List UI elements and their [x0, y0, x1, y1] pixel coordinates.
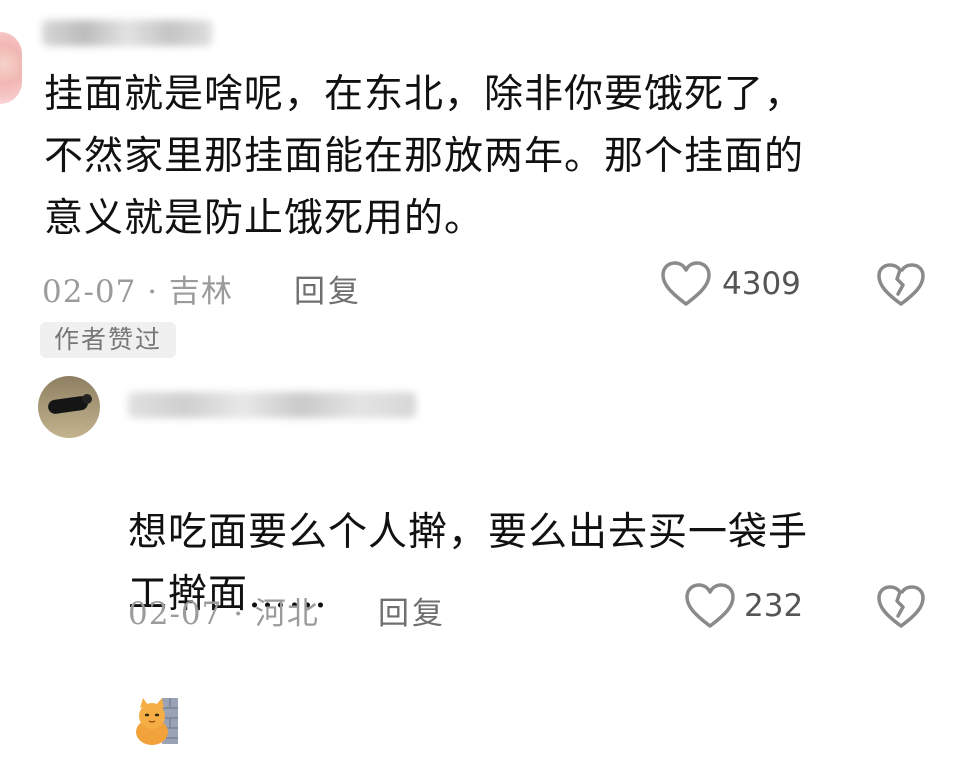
like-count: 4309 [722, 266, 801, 302]
author-liked-badge: 作者赞过 [40, 322, 177, 358]
dislike-broken-heart-icon[interactable] [876, 584, 926, 630]
comment-date-location: 02-07 · 吉林 [42, 274, 233, 310]
like-heart-icon[interactable] [684, 582, 736, 630]
comment-text: 挂面就是啥呢，在东北，除非你要饿死了， 不然家里那挂面能在那放两年。那个挂面的 … [44, 72, 805, 241]
like-count: 232 [744, 588, 804, 624]
reply-button[interactable]: 回复 [294, 266, 362, 311]
username-blurred[interactable] [42, 20, 212, 46]
reply-button[interactable]: 回复 [378, 588, 446, 633]
dislike-broken-heart-icon[interactable] [876, 262, 926, 308]
username-blurred[interactable] [128, 392, 416, 418]
avatar[interactable] [0, 32, 22, 104]
avatar[interactable] [38, 376, 100, 438]
cat-at-wall-icon [134, 634, 180, 745]
comment-text: 想吃面要么个人擀，要么出去买一袋手 工擀面…… [128, 440, 948, 745]
like-heart-icon[interactable] [660, 260, 712, 308]
comment-date-location: 02-07 · 河北 [128, 596, 319, 632]
